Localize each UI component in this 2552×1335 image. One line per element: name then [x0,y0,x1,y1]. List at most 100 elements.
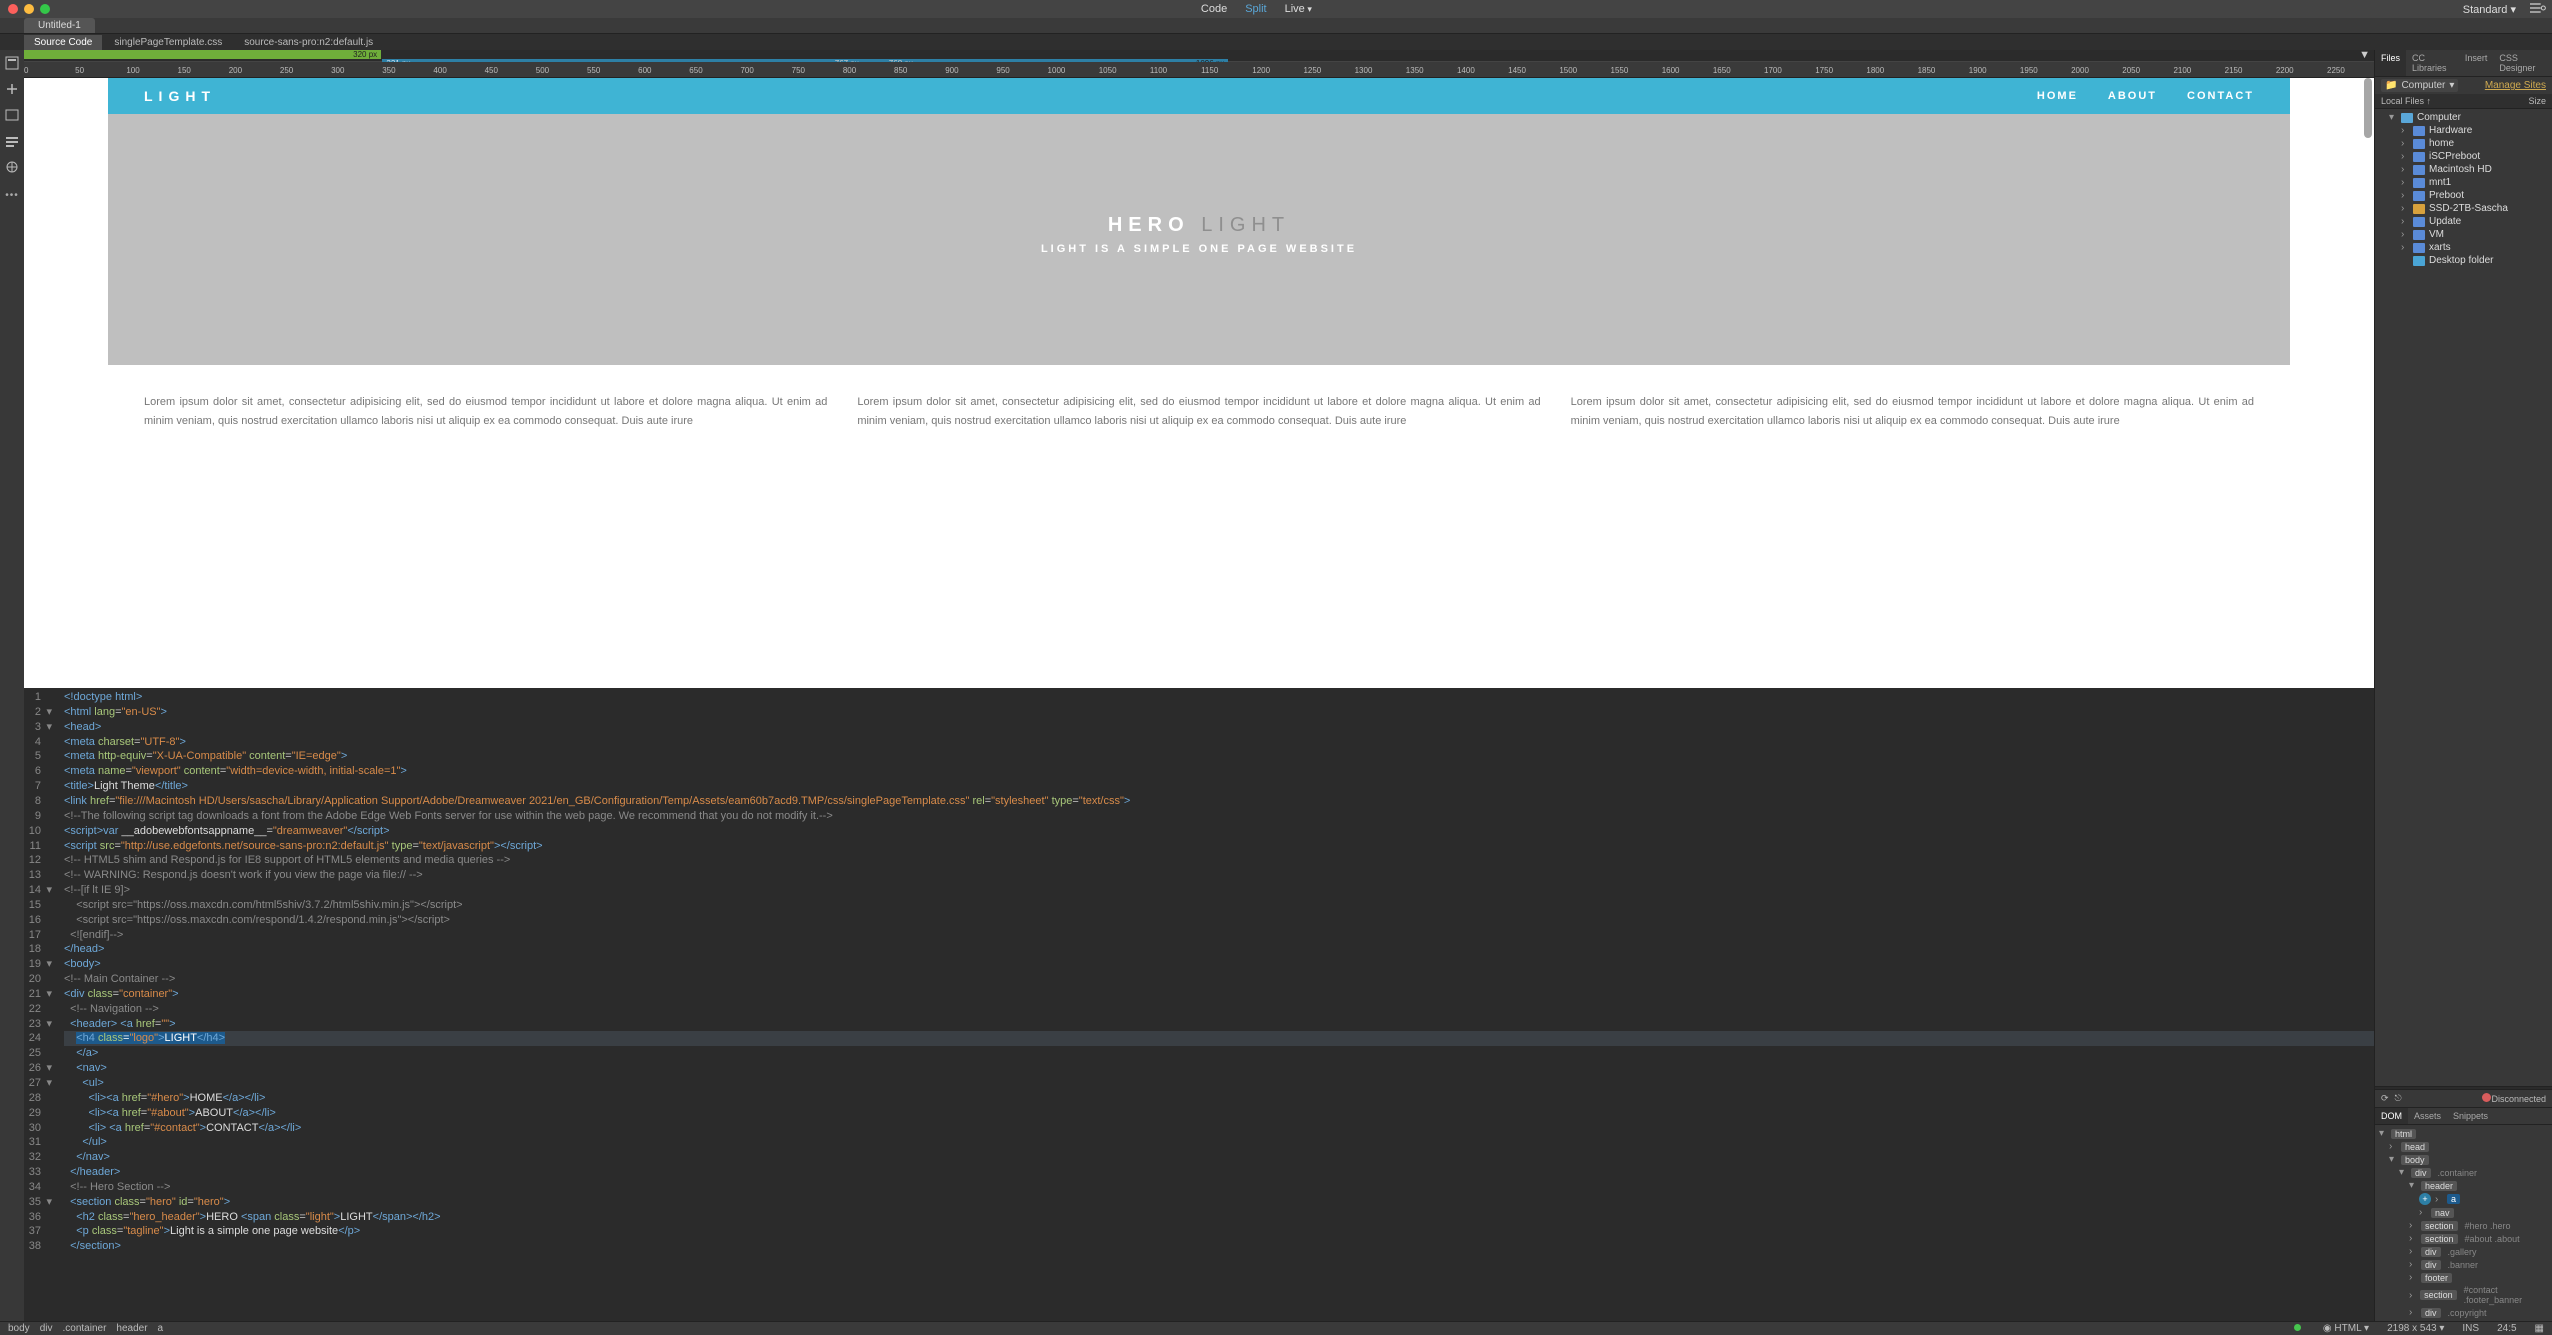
preview-scrollbar[interactable] [2364,78,2372,138]
dom-tree-row[interactable]: ›div.banner [2379,1258,2548,1271]
ruler-tick: 50 [75,66,84,75]
related-file-tab[interactable]: singlePageTemplate.css [104,35,232,50]
view-code[interactable]: Code [1201,3,1227,15]
minimize-icon[interactable] [24,4,34,14]
ruler-tick: 350 [382,66,395,75]
right-panels: FilesCC LibrariesInsertCSS Designer 📁 Co… [2374,50,2552,1321]
folder-icon [2413,152,2425,162]
left-toolbar: ••• [0,50,24,1321]
files-tree-row[interactable]: Desktop folder [2377,254,2552,267]
dom-tree[interactable]: ▾html›head▾body▾div.container▾header+›a›… [2375,1125,2552,1321]
related-file-tab[interactable]: source-sans-pro:n2:default.js [234,35,383,50]
nav-about[interactable]: ABOUT [2108,90,2157,102]
files-tree-row[interactable]: ›xarts [2377,241,2552,254]
dom-tree-row[interactable]: ›footer [2379,1271,2548,1284]
dom-tree-row[interactable]: +›a [2379,1192,2548,1206]
code-editor[interactable]: 1 2 ▾3 ▾4 5 6 7 8 9 10 11 12 13 14 ▾15 1… [24,688,2374,1321]
panel-tab[interactable]: Files [2375,50,2406,76]
file-manage-icon[interactable] [5,56,19,70]
dom-tree-row[interactable]: ›div.copyright [2379,1306,2548,1319]
ruler-tick: 800 [843,66,856,75]
close-icon[interactable] [8,4,18,14]
dom-tree-row[interactable]: ›section#hero .hero [2379,1219,2548,1232]
dom-tree-row[interactable]: ›div.gallery [2379,1245,2548,1258]
dom-tree-row[interactable]: ›section#about .about [2379,1232,2548,1245]
ruler-tick: 1400 [1457,66,1475,75]
server-icon[interactable]: ⎋ [2395,1093,2402,1104]
status-overview-icon[interactable]: ▦ [2535,1323,2544,1334]
filter-icon[interactable]: ▼ [2359,49,2370,61]
status-dimensions[interactable]: 2198 x 543 ▾ [2387,1323,2444,1334]
panel-tab[interactable]: DOM [2375,1108,2408,1124]
files-tree-row[interactable]: ›Update [2377,215,2552,228]
ruler-tick: 1300 [1355,66,1373,75]
ruler-tick: 150 [178,66,191,75]
ruler-tick: 300 [331,66,344,75]
status-language[interactable]: ◉ HTML ▾ [2323,1323,2369,1334]
files-tree-row[interactable]: ›iSCPreboot [2377,150,2552,163]
ruler-tick: 500 [536,66,549,75]
files-tree-row[interactable]: ›SSD-2TB-Sascha [2377,202,2552,215]
files-tree-row[interactable]: ›Hardware [2377,124,2552,137]
ruler-tick: 1200 [1252,66,1270,75]
dom-tree-row[interactable]: ▾div.container [2379,1166,2548,1179]
view-live[interactable]: Live [1285,3,1312,15]
view-split[interactable]: Split [1245,3,1266,15]
breadcrumb-item[interactable]: div [40,1323,53,1334]
status-insert-mode[interactable]: INS [2462,1323,2479,1334]
panel-tab[interactable]: Insert [2459,50,2494,76]
document-tab[interactable]: Untitled-1 [24,18,95,33]
dom-tree-row[interactable]: ›nav [2379,1206,2548,1219]
ruler-tick: 100 [126,66,139,75]
zoom-icon[interactable] [40,4,50,14]
ruler-tick: 650 [689,66,702,75]
live-preview[interactable]: LIGHT HOME ABOUT CONTACT HERO LIGHT LIGH… [24,78,2374,688]
dom-tree-row[interactable]: ▾header [2379,1179,2548,1192]
code-content[interactable]: <!doctype html><html lang="en-US"><head>… [58,688,2374,1321]
site-dropdown[interactable]: 📁 Computer ▾ [2381,79,2458,92]
files-tree-row[interactable]: ›Preboot [2377,189,2552,202]
ruler-tick: 450 [485,66,498,75]
element-breadcrumb[interactable]: bodydiv .container headera [8,1323,173,1334]
nav-contact[interactable]: CONTACT [2187,90,2254,102]
insert-element-icon[interactable]: + [2419,1193,2431,1205]
ruler-tick: 1100 [1150,66,1167,75]
media-query-bar[interactable]: 320 px 321 px 1096 px 767 px 768 px ▼ [24,50,2374,62]
files-col-name[interactable]: Local Files ↑ [2381,96,2431,106]
files-col-size[interactable]: Size [2528,96,2546,106]
panel-tab[interactable]: Assets [2408,1108,2447,1124]
breadcrumb-item[interactable]: header [116,1323,147,1334]
files-tree[interactable]: ▾Computer›Hardware›home›iSCPreboot›Macin… [2375,109,2552,269]
files-tree-row[interactable]: ›home [2377,137,2552,150]
expand-icon[interactable] [5,82,19,96]
dom-tree-row[interactable]: ›section#contact .footer_banner [2379,1284,2548,1306]
panel-tab[interactable]: CC Libraries [2406,50,2459,76]
inspect-icon[interactable] [5,134,19,148]
dom-tree-row[interactable]: ▾html [2379,1127,2548,1140]
workspace-switcher[interactable]: Standard ▾ [2463,3,2516,16]
live-options-icon[interactable] [5,108,19,122]
manage-sites-link[interactable]: Manage Sites [2485,80,2546,91]
errors-indicator[interactable] [2294,1323,2305,1334]
more-tools-icon[interactable]: ••• [5,190,19,201]
horizontal-ruler[interactable]: 0501001502002503003504004505005506006507… [24,62,2374,78]
mq-segment-max320[interactable]: 320 px [24,50,381,59]
settings-icon[interactable] [2530,2,2544,16]
ruler-tick: 600 [638,66,651,75]
nav-home[interactable]: HOME [2037,90,2078,102]
panel-tab[interactable]: CSS Designer [2493,50,2552,76]
files-tree-row[interactable]: ›mnt1 [2377,176,2552,189]
files-tree-row[interactable]: ›VM [2377,228,2552,241]
sync-icon[interactable]: ⟳ [2381,1093,2389,1104]
dom-tree-row[interactable]: ›head [2379,1140,2548,1153]
related-file-tab[interactable]: Source Code [24,35,102,50]
files-tree-row[interactable]: ›Macintosh HD [2377,163,2552,176]
dom-icon[interactable] [5,160,19,174]
breadcrumb-item[interactable]: body [8,1323,30,1334]
breadcrumb-item[interactable]: .container [62,1323,106,1334]
site-logo[interactable]: LIGHT [144,88,216,104]
breadcrumb-item[interactable]: a [158,1323,164,1334]
files-tree-row[interactable]: ▾Computer [2377,111,2552,124]
panel-tab[interactable]: Snippets [2447,1108,2494,1124]
dom-tree-row[interactable]: ▾body [2379,1153,2548,1166]
